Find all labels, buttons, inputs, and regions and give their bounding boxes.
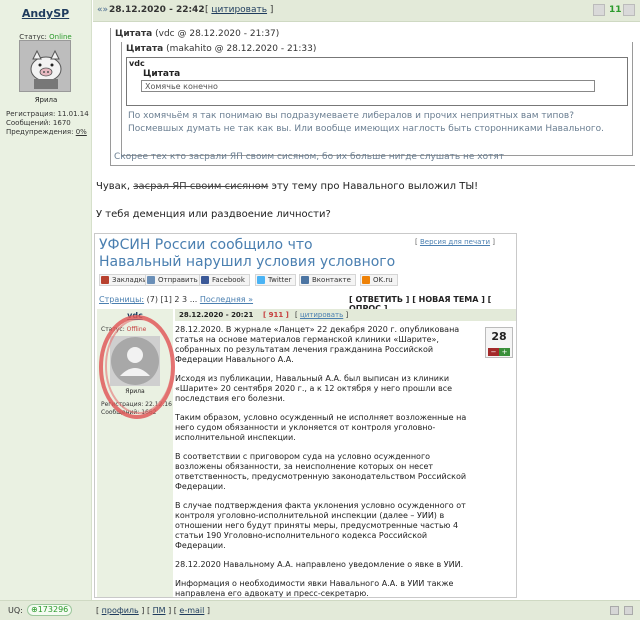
author-meta: Регистрация: 11.01.14 Сообщений: 1670 Пр… [6, 110, 89, 136]
embed-vote-widget: 28 − + [485, 327, 513, 358]
embed-print-link[interactable]: [ Версия для печати ] [415, 238, 495, 246]
author-rank: Ярила [34, 96, 58, 104]
embed-paragraph: Информация о необходимости явки Навально… [175, 579, 454, 598]
share-icon [257, 276, 265, 284]
pm-link[interactable]: ПМ [153, 606, 166, 615]
quote-outer-text: Скорее тех кто засрали ЯП своим сисяном,… [114, 152, 505, 162]
embed-post-body: 28.12.2020. В журнале «Ланцет» 22 декабр… [175, 325, 480, 598]
embed-paragraph: 28.12.2020 Навальному А.А. направлено ув… [175, 560, 464, 569]
quote-middle-head: Цитата (makahito @ 28.12.2020 - 21:33) [126, 44, 317, 54]
post-header: «» 28.12.2020 - 22:42 [ цитировать ] 11 [93, 0, 640, 22]
share-button-2[interactable]: Facebook [199, 274, 250, 286]
embed-author-panel: vdc Статус: Offline Ярила Регистрация: 2… [97, 309, 173, 597]
uq-label: UQ: [8, 606, 23, 615]
embedded-screenshot: УФСИН России сообщило что Навальный нару… [94, 233, 517, 598]
pig-avatar-icon [20, 41, 70, 91]
share-icon [101, 276, 109, 284]
share-icon [147, 276, 155, 284]
post-score: 11 [609, 5, 622, 15]
quote-button[interactable]: [ цитировать ] [205, 5, 273, 15]
quote-inner-title: Цитата [143, 69, 181, 79]
post-text-line2: У тебя деменция или раздвоение личности? [96, 209, 331, 220]
embed-paragraph: В случае подтверждения факта уклонения у… [175, 501, 466, 550]
vote-down-button[interactable] [593, 4, 605, 16]
quote-middle: Цитата (makahito @ 28.12.2020 - 21:33) v… [121, 42, 633, 156]
avatar[interactable] [19, 40, 71, 92]
embed-author-status: Статус: Offline [101, 326, 147, 333]
profile-link[interactable]: профиль [102, 606, 139, 615]
embed-paragraph: Исходя из публикации, Навальный А.А. был… [175, 374, 453, 403]
uq-value[interactable]: ⊕173296 [27, 604, 73, 616]
share-bar: Закладки Отправить Facebook Twitter Вконтакт… [95, 272, 516, 288]
post-footer: UQ: ⊕173296 [ профиль ] [ ПМ ] [ e-mail … [0, 600, 640, 620]
embed-paragraph: 28.12.2020. В журнале «Ланцет» 22 декабр… [175, 325, 460, 364]
report-icon[interactable] [610, 606, 619, 615]
embed-minus-icon[interactable]: − [488, 348, 499, 356]
quote-outer-head: Цитата (vdc @ 28.12.2020 - 21:37) [115, 29, 280, 39]
embed-quote-button[interactable]: [ цитировать ] [295, 311, 348, 319]
embed-post-number[interactable]: [ 911 ] [263, 311, 289, 319]
share-button-3[interactable]: Twitter [255, 274, 297, 286]
author-panel: AndySP Статус: Online Ярила Регистрация:… [0, 0, 92, 600]
quote-outer: Цитата (vdc @ 28.12.2020 - 21:37) Цитата… [110, 28, 635, 166]
embed-score: 28 [491, 330, 507, 343]
quote-inner: vdc Цитата Хомячье конечно [126, 57, 628, 106]
author-nick[interactable]: AndySP [0, 7, 91, 20]
embed-plus-icon[interactable]: + [499, 348, 510, 356]
share-button-1[interactable]: Отправить [145, 274, 203, 286]
embed-author-meta: Регистрация: 22.12.16 Сообщений: 1662 [101, 401, 172, 416]
embed-paragraph: Таким образом, условно осужденный не исп… [175, 413, 467, 442]
embed-post-date: 28.12.2020 - 20:21 [179, 311, 254, 319]
post-date: 28.12.2020 - 22:42 [109, 5, 205, 15]
vote-up-button[interactable] [623, 4, 635, 16]
embed-paragraph: В соответствии с приговором суда на усло… [175, 452, 467, 491]
post-text-line1: Чувак, засрал ЯП своим сисяном эту тему … [96, 181, 479, 192]
embed-pager: Страницы: (7) [1] 2 3 ... Последняя » [99, 295, 254, 304]
top-arrow-icon[interactable] [624, 606, 633, 615]
quote-inner-text: Хомячье конечно [141, 80, 595, 92]
user-silhouette-icon [111, 337, 159, 385]
email-link[interactable]: e-mail [179, 606, 204, 615]
embed-post-header: 28.12.2020 - 20:21 [ 911 ] [ цитировать … [175, 309, 516, 321]
share-icon [201, 276, 209, 284]
embed-avatar [110, 336, 160, 386]
share-icon [301, 276, 309, 284]
share-button-5[interactable]: OK.ru [360, 274, 398, 286]
share-icon [362, 276, 370, 284]
embed-author-rank: Ярила [125, 388, 145, 395]
share-button-4[interactable]: Вконтакте [299, 274, 356, 286]
quote-middle-text: По хомячьём я так понимаю вы подразумева… [128, 111, 604, 134]
footer-links: [ профиль ] [ ПМ ] [ e-mail ] [96, 606, 211, 615]
quote-inner-author: vdc [129, 59, 145, 68]
post-arrows-icon[interactable]: «» [97, 5, 108, 15]
embed-author-nick[interactable]: vdc [97, 311, 173, 320]
